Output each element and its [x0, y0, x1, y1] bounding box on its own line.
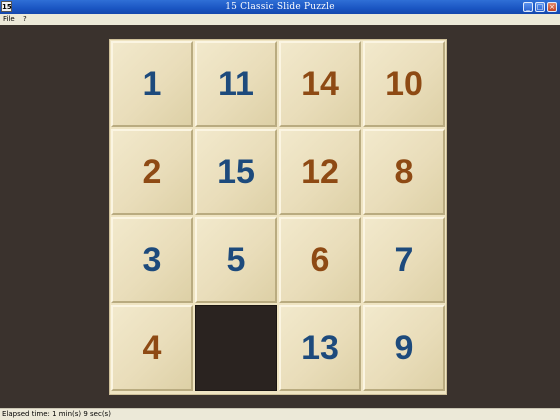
tile-8[interactable]: 8: [363, 129, 445, 215]
menu-file[interactable]: File: [0, 14, 18, 25]
tile-15[interactable]: 15: [195, 129, 277, 215]
status-bar: Elapsed time: 1 min(s) 9 sec(s): [0, 408, 560, 420]
elapsed-time: Elapsed time: 1 min(s) 9 sec(s): [2, 410, 111, 418]
close-button[interactable]: ×: [547, 2, 557, 12]
tile-14[interactable]: 14: [279, 41, 361, 127]
tile-9[interactable]: 9: [363, 305, 445, 391]
tile-6[interactable]: 6: [279, 217, 361, 303]
menu-help[interactable]: ?: [20, 14, 30, 25]
tile-3[interactable]: 3: [111, 217, 193, 303]
tile-4[interactable]: 4: [111, 305, 193, 391]
window-title: 15 Classic Slide Puzzle: [225, 2, 335, 12]
tile-2[interactable]: 2: [111, 129, 193, 215]
minimize-button[interactable]: _: [523, 2, 533, 12]
tile-1[interactable]: 1: [111, 41, 193, 127]
game-area: 1 11 14 10 2 15 12 8 3 5 6 7 4 13 9: [0, 25, 560, 408]
menu-bar: File ?: [0, 14, 560, 25]
tile-5[interactable]: 5: [195, 217, 277, 303]
maximize-button[interactable]: □: [535, 2, 545, 12]
tile-12[interactable]: 12: [279, 129, 361, 215]
tile-11[interactable]: 11: [195, 41, 277, 127]
puzzle-board: 1 11 14 10 2 15 12 8 3 5 6 7 4 13 9: [109, 39, 447, 395]
tile-10[interactable]: 10: [363, 41, 445, 127]
title-bar: 15 15 Classic Slide Puzzle _ □ ×: [0, 0, 560, 14]
tile-13[interactable]: 13: [279, 305, 361, 391]
tile-7[interactable]: 7: [363, 217, 445, 303]
empty-slot: [195, 305, 277, 391]
